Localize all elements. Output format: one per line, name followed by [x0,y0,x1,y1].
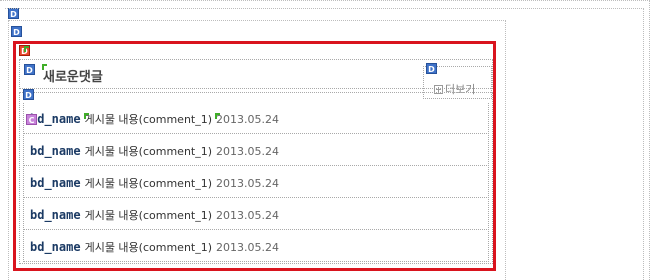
comment-content[interactable]: 게시물 내용(comment_1) [85,209,212,222]
list-item[interactable]: Cbd_name 게시물 내용(comment_1) 2013.05.24 [23,103,489,134]
header-marker[interactable]: D [24,64,35,75]
content-corner-icon [83,113,89,119]
widget-title: 새로운댓글 [43,70,103,85]
comment-author: bd_name [30,176,81,190]
comment-date: 2013.05.24 [216,145,280,158]
comment-date: 2013.05.24 [216,113,280,126]
selected-widget[interactable]: D D 새로운댓글 D 더보기 D Cbd_name 게시물 내용(comment… [13,41,496,271]
comment-content[interactable]: 게시물 내용(comment_1) [85,177,212,190]
list-marker[interactable]: D [23,89,34,100]
comment-date: 2013.05.24 [216,209,280,222]
widget-corner-icon [24,46,29,52]
comment-list: D Cbd_name 게시물 내용(comment_1) 2013.05.24 bd… [19,89,493,264]
list-item[interactable]: bd_name 게시물 내용(comment_1) 2013.05.24 [23,135,489,166]
comment-author: bd_name [30,208,81,222]
comment-author: bd_name [30,112,81,126]
date-corner-icon [215,113,221,119]
comment-author: bd_name [30,144,81,158]
item-marker[interactable]: C [26,114,37,125]
more-marker[interactable]: D [426,63,437,74]
comment-author: bd_name [30,240,81,254]
widget-header: D 새로운댓글 D 더보기 [19,59,493,99]
comment-content[interactable]: 게시물 내용(comment_1) [85,241,212,254]
list-item[interactable]: bd_name 게시물 내용(comment_1) 2013.05.24 [23,231,489,262]
list-item[interactable]: bd_name 게시물 내용(comment_1) 2013.05.24 [23,199,489,230]
list-item[interactable]: bd_name 게시물 내용(comment_1) 2013.05.24 [23,167,489,198]
comment-date: 2013.05.24 [216,177,280,190]
comment-content[interactable]: 게시물 내용(comment_1) [85,145,212,158]
comment-date: 2013.05.24 [216,241,280,254]
comment-content[interactable]: 게시물 내용(comment_1) [85,113,212,126]
